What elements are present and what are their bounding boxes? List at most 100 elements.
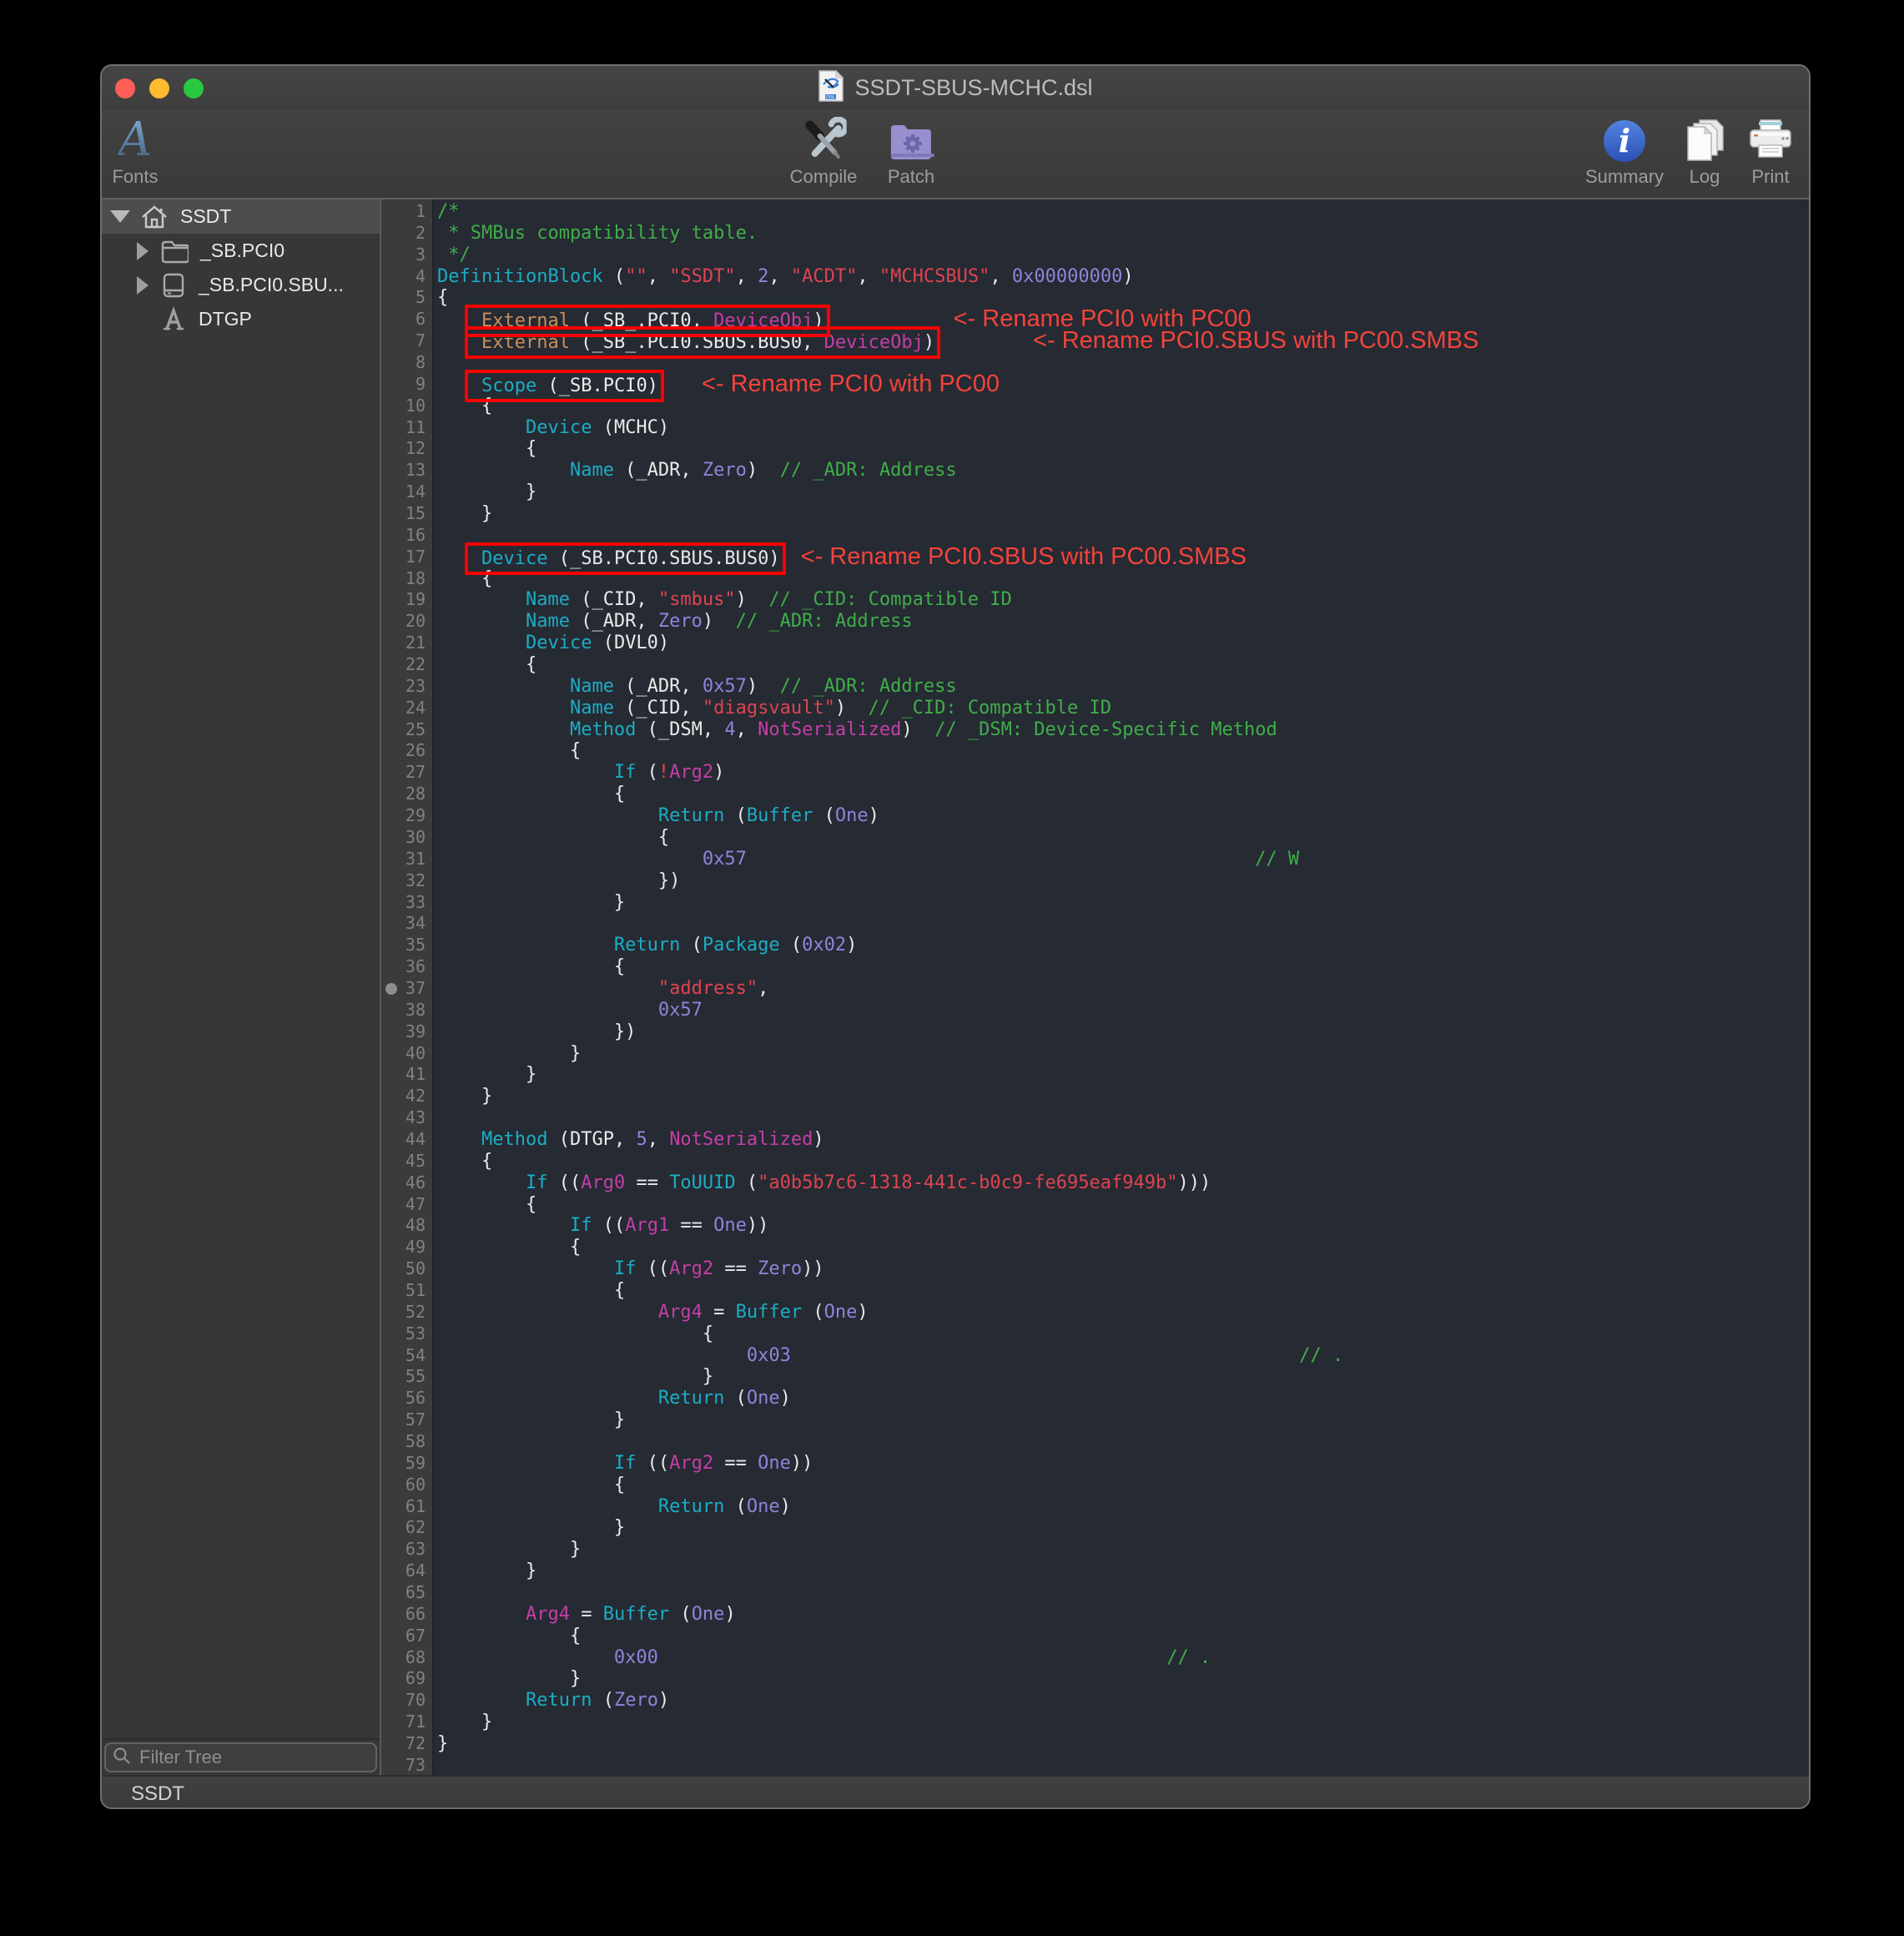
code-line-38[interactable]: 0x57	[437, 1000, 1809, 1021]
code-line-37[interactable]: "address",	[437, 978, 1809, 1000]
code-line-12[interactable]: {	[437, 438, 1809, 460]
code-line-66[interactable]: Arg4 = Buffer (One)	[437, 1604, 1809, 1626]
code-line-36[interactable]: {	[437, 956, 1809, 978]
sidebar-item-label: SSDT	[180, 205, 231, 228]
code-line-70[interactable]: Return (Zero)	[437, 1690, 1809, 1712]
tree: SSDT _SB.PCI0	[102, 199, 380, 336]
log-button[interactable]: Log	[1683, 115, 1726, 188]
compile-button[interactable]: Compile	[790, 115, 858, 188]
code-line-18[interactable]: {	[437, 568, 1809, 590]
code-line-58[interactable]	[437, 1431, 1809, 1453]
line-number: 62	[381, 1517, 432, 1539]
code-line-53[interactable]: {	[437, 1323, 1809, 1345]
code-line-46[interactable]: If ((Arg0 == ToUUID ("a0b5b7c6-1318-441c…	[437, 1172, 1809, 1194]
zoom-button[interactable]	[184, 78, 204, 98]
code-line-27[interactable]: If (!Arg2)	[437, 762, 1809, 784]
code-line-10[interactable]: {	[437, 396, 1809, 417]
disclosure-right-icon[interactable]	[137, 242, 149, 260]
sidebar-item-dtgp[interactable]: DTGP	[102, 302, 380, 336]
code-line-43[interactable]	[437, 1107, 1809, 1129]
code-line-26[interactable]: {	[437, 740, 1809, 762]
code-line-73[interactable]	[437, 1755, 1809, 1775]
sidebar-item-ssdt[interactable]: SSDT	[102, 199, 380, 234]
window-title: SSDT-SBUS-MCHC.dsl	[854, 75, 1092, 101]
code-editor[interactable]: 1234567891011121314151617181920212223242…	[381, 199, 1809, 1775]
code-line-44[interactable]: Method (DTGP, 5, NotSerialized)	[437, 1129, 1809, 1151]
code-line-34[interactable]	[437, 913, 1809, 935]
code-line-22[interactable]: {	[437, 654, 1809, 676]
code-line-52[interactable]: Arg4 = Buffer (One)	[437, 1302, 1809, 1323]
close-button[interactable]	[115, 78, 135, 98]
code-line-64[interactable]: }	[437, 1560, 1809, 1582]
code-line-21[interactable]: Device (DVL0)	[437, 633, 1809, 654]
fonts-button[interactable]: A Fonts	[112, 115, 158, 188]
code-line-72[interactable]: }	[437, 1733, 1809, 1755]
code-line-19[interactable]: Name (_CID, "smbus") // _CID: Compatible…	[437, 589, 1809, 611]
code-line-31[interactable]: 0x57 // W	[437, 849, 1809, 870]
code-line-33[interactable]: }	[437, 892, 1809, 914]
code-line-15[interactable]: }	[437, 503, 1809, 525]
code-line-23[interactable]: Name (_ADR, 0x57) // _ADR: Address	[437, 676, 1809, 698]
code-line-17[interactable]: Device (_SB.PCI0.SBUS.BUS0)<- Rename PCI…	[437, 547, 1809, 568]
code-line-41[interactable]: }	[437, 1064, 1809, 1086]
line-number: 45	[381, 1151, 432, 1172]
code-line-51[interactable]: {	[437, 1280, 1809, 1302]
patch-button[interactable]: Patch	[888, 115, 934, 188]
code-line-42[interactable]: }	[437, 1086, 1809, 1107]
code-line-2[interactable]: * SMBus compatibility table.	[437, 223, 1809, 245]
code-line-30[interactable]: {	[437, 827, 1809, 849]
code-line-71[interactable]: }	[437, 1712, 1809, 1733]
sidebar-item-sb-pci0[interactable]: _SB.PCI0	[102, 234, 380, 268]
line-number: 5	[381, 287, 432, 309]
code-line-7[interactable]: External (_SB_.PCI0.SBUS.BUS0, DeviceObj…	[437, 330, 1809, 352]
code-line-68[interactable]: 0x00 // .	[437, 1647, 1809, 1669]
code-line-47[interactable]: {	[437, 1194, 1809, 1216]
code-line-11[interactable]: Device (MCHC)	[437, 417, 1809, 439]
code-line-48[interactable]: If ((Arg1 == One))	[437, 1215, 1809, 1237]
code-line-69[interactable]: }	[437, 1668, 1809, 1690]
code-line-50[interactable]: If ((Arg2 == Zero))	[437, 1258, 1809, 1280]
code-line-60[interactable]: {	[437, 1475, 1809, 1496]
print-button[interactable]: Print	[1747, 115, 1794, 188]
filter-tree-input[interactable]	[138, 1746, 369, 1769]
code-line-24[interactable]: Name (_CID, "diagsvault") // _CID: Compa…	[437, 698, 1809, 719]
line-number: 29	[381, 805, 432, 827]
code-lines[interactable]: /* * SMBus compatibility table. */Defini…	[434, 199, 1809, 1775]
code-line-59[interactable]: If ((Arg2 == One))	[437, 1453, 1809, 1475]
code-line-45[interactable]: {	[437, 1151, 1809, 1172]
line-number: 60	[381, 1475, 432, 1496]
code-line-61[interactable]: Return (One)	[437, 1496, 1809, 1518]
code-line-55[interactable]: }	[437, 1366, 1809, 1388]
code-line-67[interactable]: {	[437, 1626, 1809, 1647]
sidebar-item-sb-pci0-sbus[interactable]: _SB.PCI0.SBU...	[102, 268, 380, 302]
code-line-65[interactable]	[437, 1582, 1809, 1604]
code-line-49[interactable]: {	[437, 1237, 1809, 1258]
disclosure-right-icon[interactable]	[137, 276, 149, 295]
code-line-13[interactable]: Name (_ADR, Zero) // _ADR: Address	[437, 460, 1809, 481]
minimize-button[interactable]	[149, 78, 169, 98]
app-window: DSL SSDT-SBUS-MCHC.dsl A Fonts	[100, 64, 1811, 1809]
code-line-62[interactable]: }	[437, 1517, 1809, 1539]
code-line-1[interactable]: /*	[437, 201, 1809, 223]
disclosure-down-icon[interactable]	[110, 210, 130, 223]
code-line-35[interactable]: Return (Package (0x02)	[437, 935, 1809, 956]
code-line-4[interactable]: DefinitionBlock ("", "SSDT", 2, "ACDT", …	[437, 266, 1809, 288]
code-line-29[interactable]: Return (Buffer (One)	[437, 805, 1809, 827]
code-line-56[interactable]: Return (One)	[437, 1388, 1809, 1409]
titlebar: DSL SSDT-SBUS-MCHC.dsl	[102, 66, 1809, 110]
code-line-32[interactable]: })	[437, 870, 1809, 892]
code-line-25[interactable]: Method (_DSM, 4, NotSerialized) // _DSM:…	[437, 719, 1809, 741]
code-line-57[interactable]: }	[437, 1409, 1809, 1431]
code-line-8[interactable]	[437, 352, 1809, 374]
code-line-54[interactable]: 0x03 // .	[437, 1345, 1809, 1367]
code-line-9[interactable]: Scope (_SB.PCI0)<- Rename PCI0 with PC00	[437, 374, 1809, 396]
code-line-40[interactable]: }	[437, 1043, 1809, 1065]
code-line-39[interactable]: })	[437, 1021, 1809, 1043]
code-line-3[interactable]: */	[437, 245, 1809, 266]
filter-field[interactable]	[104, 1742, 377, 1772]
code-line-63[interactable]: }	[437, 1539, 1809, 1560]
code-line-28[interactable]: {	[437, 784, 1809, 805]
code-line-20[interactable]: Name (_ADR, Zero) // _ADR: Address	[437, 611, 1809, 633]
code-line-14[interactable]: }	[437, 481, 1809, 503]
summary-button[interactable]: i Summary	[1585, 115, 1664, 188]
